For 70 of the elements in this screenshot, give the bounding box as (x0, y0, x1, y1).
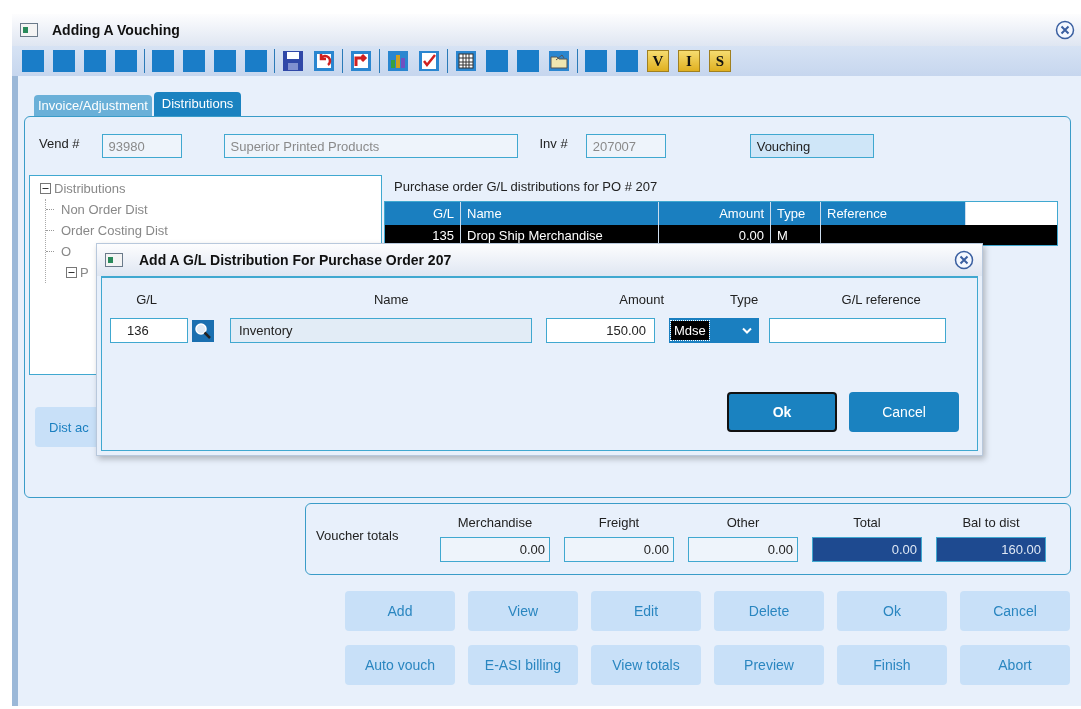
grid-caption: Purchase order G/L distributions for PO # 207 (393, 178, 659, 196)
status-field[interactable]: Vouching (749, 134, 874, 158)
type-dropdown[interactable]: Mdse (669, 318, 759, 343)
letter-button[interactable]: S (709, 50, 731, 72)
action-button[interactable]: Ok (837, 591, 947, 631)
action-button[interactable]: Abort (960, 645, 1070, 685)
tree-item[interactable]: Order Costing Dist (61, 223, 168, 238)
checklist-icon[interactable] (418, 50, 440, 72)
tree-item[interactable]: P (80, 265, 89, 280)
action-button[interactable]: Edit (591, 591, 701, 631)
chevron-icon (742, 326, 752, 335)
field-label: Amount (618, 291, 666, 307)
action-button[interactable]: Delete (714, 591, 824, 631)
action-button[interactable]: Finish (837, 645, 947, 685)
action-button[interactable]: Preview (714, 645, 824, 685)
action-button[interactable]: Cancel (960, 591, 1070, 631)
collapse-icon[interactable] (40, 183, 51, 194)
action-button[interactable]: View totals (591, 645, 701, 685)
tab[interactable]: Distributions (153, 92, 242, 116)
chart-icon[interactable] (387, 50, 409, 72)
column-label: Freight (598, 515, 640, 530)
letter-button[interactable]: V (647, 50, 669, 72)
action-button[interactable]: Add (345, 591, 455, 631)
column-label: Total (853, 515, 881, 530)
field-label: Type (729, 291, 760, 307)
tab[interactable]: Invoice/Adjustment (34, 95, 152, 116)
reference-field[interactable] (769, 318, 946, 343)
amount-field[interactable]: 150.00 (546, 318, 655, 343)
tree-connector (46, 251, 54, 252)
cancel-button[interactable]: Cancel (849, 392, 959, 432)
total-field: 0.00 (688, 537, 798, 562)
tree-item[interactable]: Non Order Dist (61, 202, 148, 217)
tree-connector (46, 209, 54, 210)
field-label: Name (372, 291, 410, 307)
total-field: 0.00 (564, 537, 674, 562)
totals-label: Voucher totals (316, 527, 400, 543)
collapse-icon[interactable] (66, 267, 77, 278)
action-button[interactable]: E-ASI billing (468, 645, 578, 685)
total-field: 0.00 (812, 537, 922, 562)
dialog-title: Add A G/L Distribution For Purchase Order 207 (139, 252, 453, 268)
search-icon[interactable] (192, 319, 214, 342)
save-icon[interactable] (282, 50, 304, 72)
field-label: G/L (135, 291, 159, 307)
action-button[interactable]: Auto vouch (345, 645, 455, 685)
folder-icon[interactable] (548, 50, 570, 72)
vend-label: Vend # (39, 135, 80, 151)
window-title: Adding A Vouching (52, 22, 181, 38)
letter-button[interactable]: I (678, 50, 700, 72)
invoice-label: Inv # (539, 135, 568, 151)
column-label: Merchandise (457, 515, 533, 530)
tree-item[interactable]: O (61, 244, 72, 259)
ok-button[interactable]: Ok (727, 392, 837, 432)
column-label: Bal to dist (962, 515, 1020, 530)
gl-field[interactable]: 136 (110, 318, 188, 343)
total-field: 160.00 (936, 537, 1046, 562)
column-label: Other (726, 515, 760, 530)
dialog-icon (105, 253, 123, 267)
undo-icon[interactable] (313, 50, 335, 72)
name-field[interactable]: Inventory (230, 318, 532, 343)
window-icon (20, 23, 38, 37)
table-icon[interactable] (455, 50, 477, 72)
grid-row[interactable]: 135 Drop Ship Merchandise 0.00 M (385, 225, 1057, 245)
total-field: 0.00 (440, 537, 550, 562)
field-label: G/L reference (840, 291, 922, 307)
action-button[interactable]: View (468, 591, 578, 631)
redo-icon[interactable] (350, 50, 372, 72)
close-icon[interactable] (1055, 20, 1075, 40)
tree-item[interactable]: Distributions (54, 181, 126, 196)
tree-connector (46, 230, 54, 231)
close-icon[interactable] (954, 250, 974, 270)
